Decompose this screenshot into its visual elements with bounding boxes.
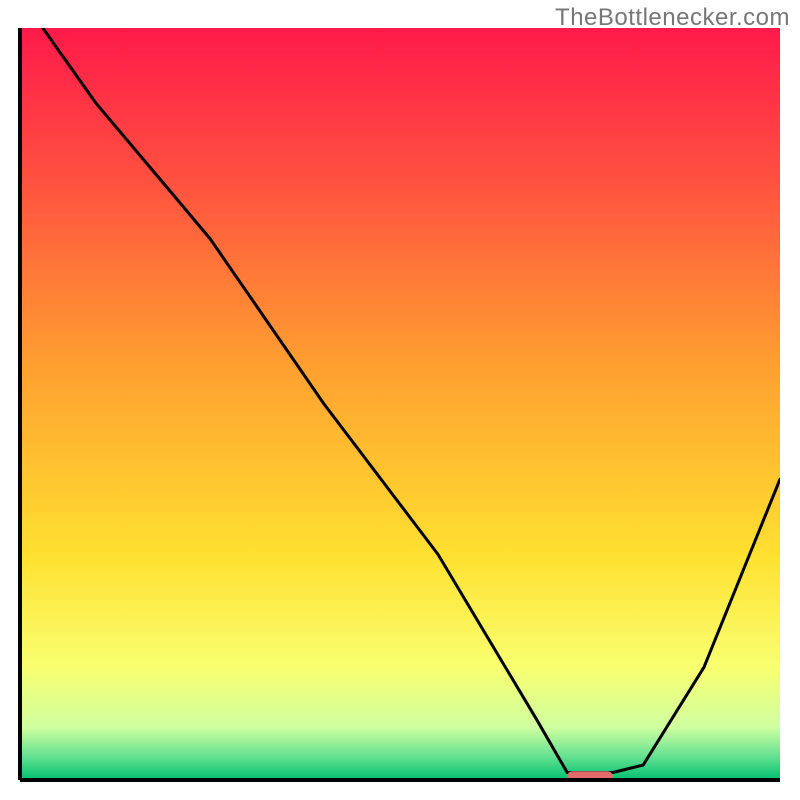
bottleneck-chart: TheBottlenecker.com [0,0,800,800]
chart-svg [0,0,800,800]
gradient-background [20,28,780,780]
watermark-text: TheBottlenecker.com [555,4,790,32]
